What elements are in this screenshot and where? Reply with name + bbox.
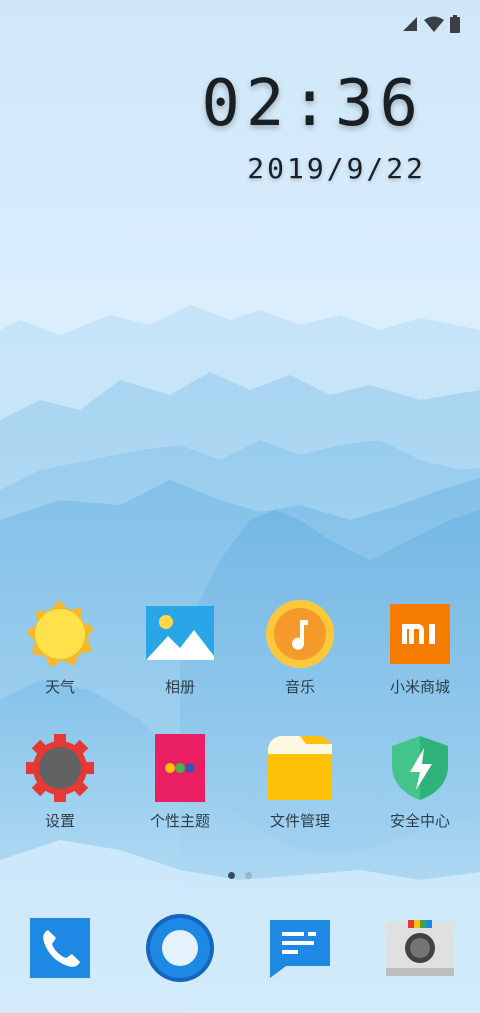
battery-icon — [450, 15, 460, 33]
file-manager-icon — [264, 732, 336, 804]
app-label: 天气 — [44, 678, 75, 696]
browser-icon — [144, 912, 216, 984]
gallery-icon — [144, 598, 216, 670]
app-label: 文件管理 — [269, 812, 330, 830]
app-settings[interactable]: 设置 — [0, 732, 120, 866]
status-bar — [402, 14, 460, 34]
music-icon — [264, 598, 336, 670]
clock-time: 02:36 — [201, 67, 424, 141]
signal-icon — [402, 16, 418, 32]
phone-icon — [24, 912, 96, 984]
app-label: 相册 — [164, 678, 195, 696]
app-weather[interactable]: 天气 — [0, 598, 120, 732]
dock-app-messages[interactable] — [240, 912, 360, 984]
page-dot-active — [228, 872, 235, 879]
clock-widget[interactable]: 02:36 2019/9/22 — [201, 64, 424, 185]
weather-icon — [24, 598, 96, 670]
messages-icon — [264, 912, 336, 984]
dock — [0, 912, 480, 984]
app-label: 安全中心 — [389, 812, 450, 830]
app-label: 小米商城 — [389, 678, 450, 696]
app-label: 设置 — [44, 812, 75, 830]
app-gallery[interactable]: 相册 — [120, 598, 240, 732]
app-file-manager[interactable]: 文件管理 — [240, 732, 360, 866]
app-label: 个性主题 — [149, 812, 210, 830]
security-icon — [384, 732, 456, 804]
app-music[interactable]: 音乐 — [240, 598, 360, 732]
themes-icon — [144, 732, 216, 804]
app-security[interactable]: 安全中心 — [360, 732, 480, 866]
dock-app-browser[interactable] — [120, 912, 240, 984]
settings-icon — [24, 732, 96, 804]
page-indicator[interactable] — [0, 872, 480, 879]
dock-app-phone[interactable] — [0, 912, 120, 984]
wifi-icon — [424, 16, 444, 32]
dock-app-camera[interactable] — [360, 912, 480, 984]
camera-icon — [384, 912, 456, 984]
app-themes[interactable]: 个性主题 — [120, 732, 240, 866]
app-label: 音乐 — [284, 678, 315, 696]
mi-store-icon — [384, 598, 456, 670]
page-dot — [245, 872, 252, 879]
clock-date: 2019/9/22 — [247, 152, 426, 185]
app-grid: 天气 相册 音乐 小米商城 设置 个性主题 文件管理 安全中心 — [0, 598, 480, 866]
app-mi-store[interactable]: 小米商城 — [360, 598, 480, 732]
